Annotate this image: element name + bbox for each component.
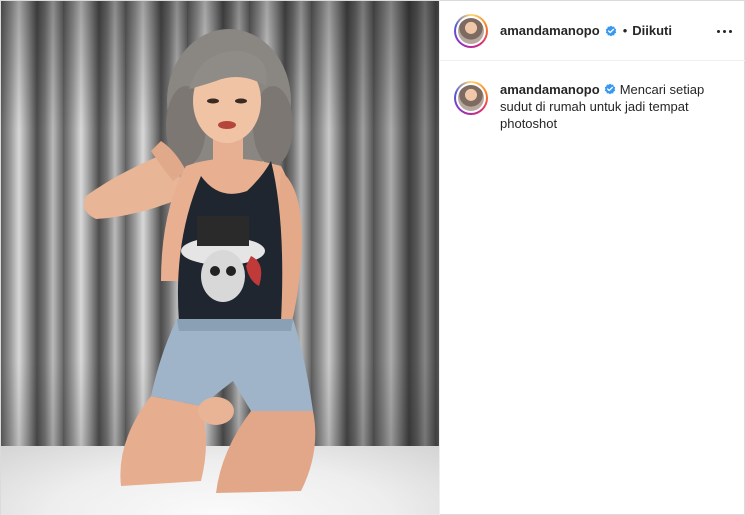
more-dot	[722, 29, 726, 33]
caption-avatar[interactable]	[454, 81, 488, 115]
header-separator: •	[622, 23, 628, 38]
post-header: amandamanopo • Diikuti	[440, 1, 745, 61]
photo-subject	[83, 29, 316, 493]
more-options-icon[interactable]	[714, 21, 734, 41]
more-dot	[728, 29, 732, 33]
author-avatar[interactable]	[454, 13, 488, 48]
avatar-inner	[456, 15, 486, 46]
post-caption: amandamanopo Mencari setiap sudut di rum…	[440, 63, 745, 132]
instagram-post: amandamanopo • Diikuti amandamanopo Menc…	[0, 0, 745, 515]
author-username[interactable]: amandamanopo	[500, 23, 600, 38]
follow-status-button[interactable]: Diikuti	[632, 23, 672, 38]
post-photo[interactable]	[1, 1, 439, 515]
avatar-image	[458, 17, 484, 44]
verified-badge-icon	[604, 83, 615, 95]
more-dot	[716, 29, 720, 33]
caption-text-block: amandamanopo Mencari setiap sudut di rum…	[500, 81, 730, 132]
verified-badge-icon	[605, 25, 616, 36]
avatar-image	[458, 85, 484, 111]
caption-username[interactable]: amandamanopo	[500, 82, 600, 97]
avatar-inner	[456, 83, 486, 113]
